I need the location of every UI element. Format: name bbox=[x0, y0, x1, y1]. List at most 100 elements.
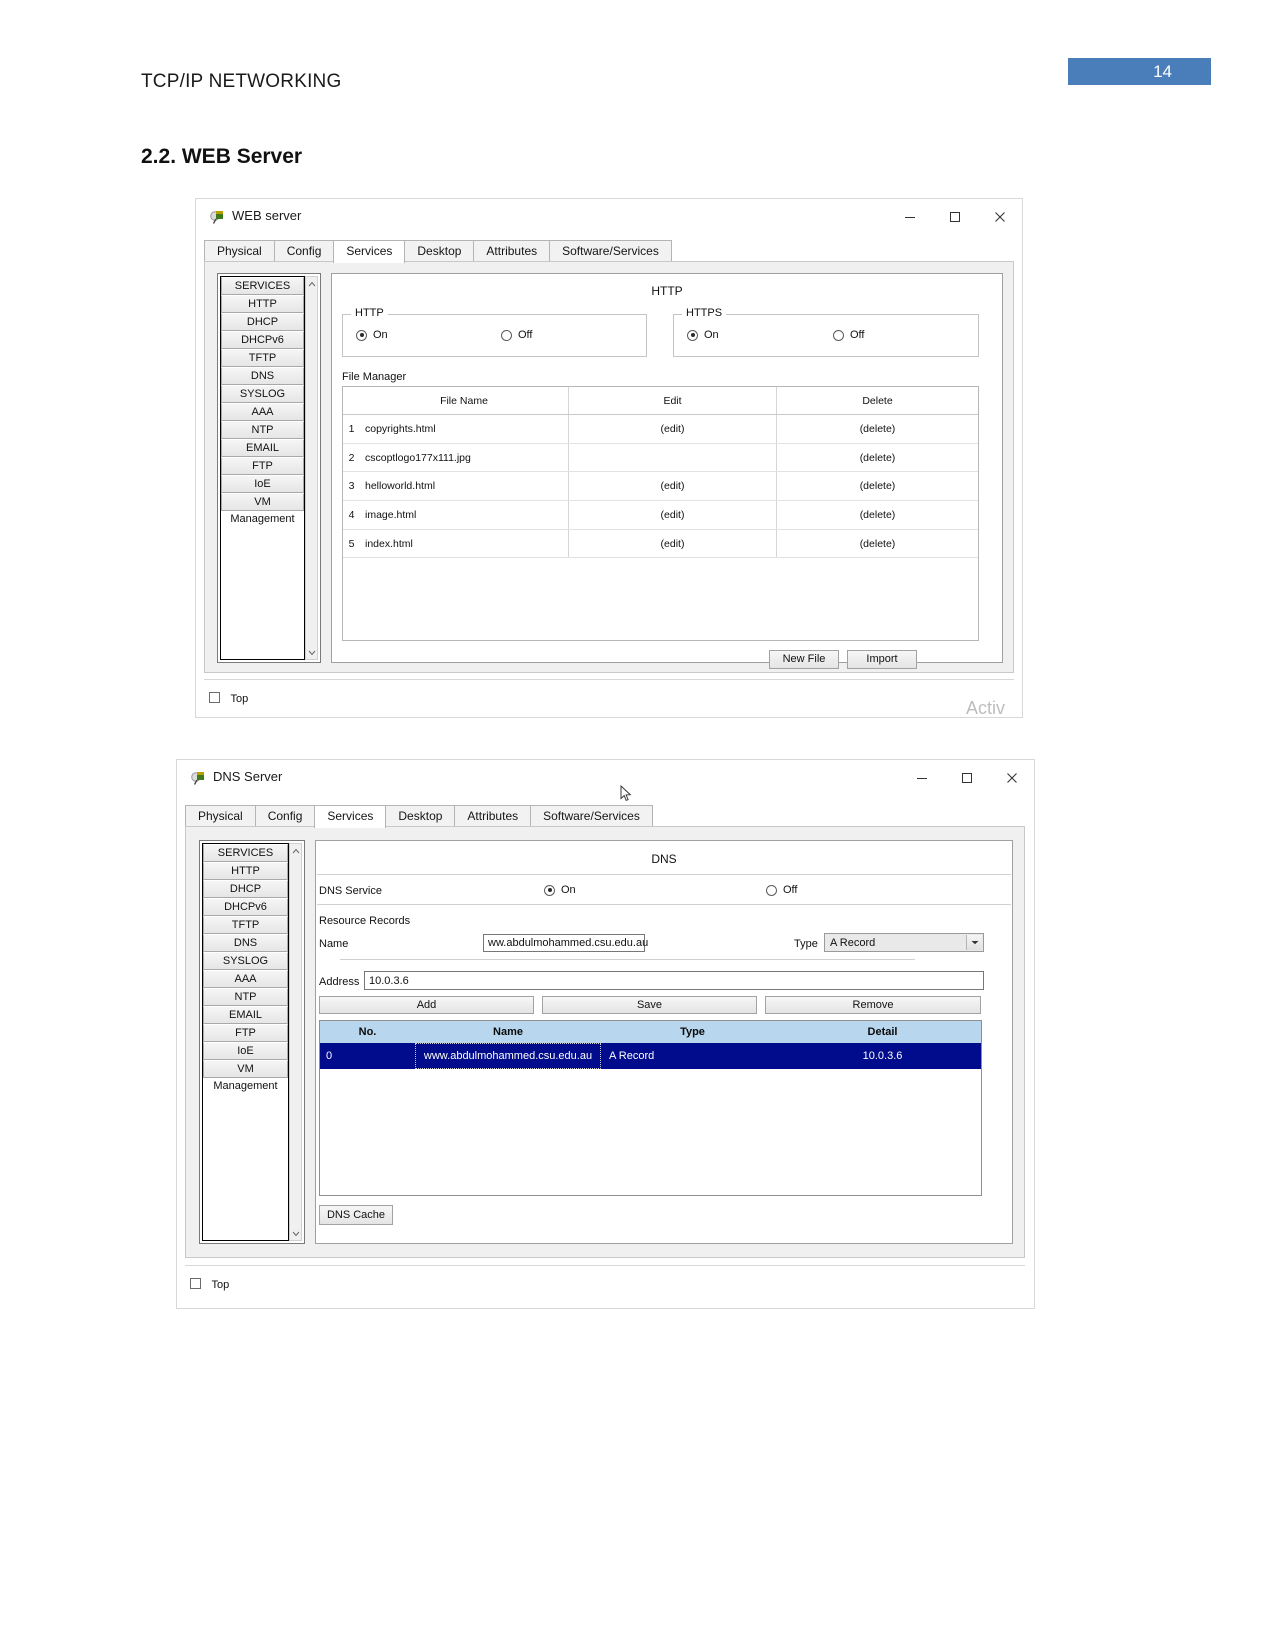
sidebar-item-services[interactable]: SERVICES bbox=[221, 277, 304, 295]
top-checkbox[interactable]: Top bbox=[209, 689, 248, 707]
save-button[interactable]: Save bbox=[542, 996, 757, 1014]
sidebar-item-dns[interactable]: DNS bbox=[221, 367, 304, 385]
import-button[interactable]: Import bbox=[847, 650, 917, 669]
header-delete: Delete bbox=[862, 394, 893, 407]
dns-service-on-radio[interactable]: On bbox=[544, 884, 576, 896]
sidebar-item-ioe[interactable]: IoE bbox=[203, 1042, 288, 1060]
type-select[interactable]: A Record bbox=[824, 933, 984, 952]
row-edit-link[interactable]: (edit) bbox=[569, 415, 777, 443]
sidebar-item-tftp[interactable]: TFTP bbox=[203, 916, 288, 934]
row-delete-link[interactable]: (delete) bbox=[777, 444, 978, 472]
row-edit-link[interactable] bbox=[569, 443, 777, 472]
dns-content-panel: DNS DNS Service On Off Resource Records … bbox=[315, 840, 1013, 1244]
sidebar-item-dhcp[interactable]: DHCP bbox=[203, 880, 288, 898]
tab-desktop[interactable]: Desktop bbox=[385, 805, 456, 827]
tab-config[interactable]: Config bbox=[254, 805, 316, 827]
header-edit: Edit bbox=[569, 387, 777, 414]
row-delete-link[interactable]: (delete) bbox=[777, 415, 978, 443]
chevron-down-icon[interactable] bbox=[290, 1227, 301, 1240]
row-edit-link[interactable]: (edit) bbox=[569, 472, 777, 501]
tab-attributes[interactable]: Attributes bbox=[454, 805, 532, 827]
chevron-down-icon[interactable] bbox=[306, 646, 317, 659]
row-edit-link[interactable]: (edit) bbox=[569, 501, 777, 529]
address-input[interactable]: 10.0.3.6 bbox=[364, 971, 984, 990]
row-delete-link[interactable]: (delete) bbox=[777, 472, 978, 500]
http-off-radio[interactable]: Off bbox=[501, 329, 532, 341]
web-server-body: SERVICES HTTP DHCP DHCPv6 TFTP DNS SYSLO… bbox=[204, 261, 1014, 673]
row-index: 4 bbox=[348, 508, 355, 521]
https-on-radio[interactable]: On bbox=[687, 329, 719, 341]
tab-software-services[interactable]: Software/Services bbox=[530, 805, 653, 827]
web-server-window-controls bbox=[887, 199, 1022, 235]
table-row[interactable]: 1 copyrights.html (edit) (delete) bbox=[343, 415, 978, 444]
http-content-panel: HTTP HTTP On Off HTTPS On Off File Manag… bbox=[331, 273, 1003, 669]
table-row[interactable]: 0 www.abdulmohammed.csu.edu.au A Record … bbox=[320, 1043, 981, 1069]
sidebar-item-ntp[interactable]: NTP bbox=[203, 988, 288, 1006]
maximize-icon[interactable] bbox=[932, 199, 977, 235]
table-row[interactable]: 3 helloworld.html (edit) (delete) bbox=[343, 472, 978, 502]
sidebar-item-ioe[interactable]: IoE bbox=[221, 475, 304, 493]
sidebar-item-syslog[interactable]: SYSLOG bbox=[221, 385, 304, 403]
close-icon[interactable] bbox=[977, 199, 1022, 235]
chevron-up-icon[interactable] bbox=[306, 277, 317, 290]
tab-services[interactable]: Services bbox=[314, 805, 387, 828]
table-row[interactable]: 2 cscoptlogo177x111.jpg (delete) bbox=[343, 443, 978, 473]
services-sidebar-scrollbar[interactable] bbox=[289, 843, 302, 1241]
sidebar-item-vm-management[interactable]: VM Management bbox=[203, 1060, 288, 1092]
tab-physical[interactable]: Physical bbox=[185, 805, 256, 827]
minimize-icon[interactable] bbox=[899, 760, 944, 796]
chevron-down-icon[interactable] bbox=[966, 935, 982, 950]
add-button[interactable]: Add bbox=[319, 996, 534, 1014]
row-edit-link[interactable]: (edit) bbox=[569, 529, 777, 558]
header-name: Name bbox=[493, 1026, 523, 1038]
new-file-button[interactable]: New File bbox=[769, 650, 839, 669]
row-name[interactable]: www.abdulmohammed.csu.edu.au bbox=[415, 1043, 601, 1069]
sidebar-item-dns[interactable]: DNS bbox=[203, 934, 288, 952]
header-no: No. bbox=[358, 1026, 377, 1038]
dns-cache-button[interactable]: DNS Cache bbox=[319, 1205, 393, 1225]
sidebar-item-dhcp[interactable]: DHCP bbox=[221, 313, 304, 331]
name-input[interactable]: ww.abdulmohammed.csu.edu.au bbox=[483, 934, 648, 952]
row-type: A Record bbox=[609, 1050, 655, 1062]
services-sidebar-scrollbar[interactable] bbox=[305, 276, 318, 660]
tab-services[interactable]: Services bbox=[333, 240, 406, 263]
sidebar-item-aaa[interactable]: AAA bbox=[221, 403, 304, 421]
sidebar-item-vm-management[interactable]: VM Management bbox=[221, 493, 304, 525]
sidebar-item-tftp[interactable]: TFTP bbox=[221, 349, 304, 367]
sidebar-item-http[interactable]: HTTP bbox=[203, 862, 288, 880]
sidebar-item-ntp[interactable]: NTP bbox=[221, 421, 304, 439]
http-on-radio[interactable]: On bbox=[356, 329, 388, 341]
sidebar-item-email[interactable]: EMAIL bbox=[221, 439, 304, 457]
top-checkbox[interactable]: Top bbox=[190, 1275, 229, 1293]
remove-button[interactable]: Remove bbox=[765, 996, 981, 1014]
dns-service-off-radio[interactable]: Off bbox=[766, 884, 797, 896]
sidebar-item-syslog[interactable]: SYSLOG bbox=[203, 952, 288, 970]
tab-physical[interactable]: Physical bbox=[204, 240, 275, 262]
page-number: 14 bbox=[1153, 61, 1172, 81]
tab-attributes[interactable]: Attributes bbox=[473, 240, 551, 262]
sidebar-item-dhcpv6[interactable]: DHCPv6 bbox=[221, 331, 304, 349]
tab-desktop[interactable]: Desktop bbox=[404, 240, 475, 262]
sidebar-item-http[interactable]: HTTP bbox=[221, 295, 304, 313]
chevron-up-icon[interactable] bbox=[290, 844, 301, 857]
tab-config[interactable]: Config bbox=[273, 240, 335, 262]
tab-software-services[interactable]: Software/Services bbox=[549, 240, 672, 262]
row-file-name: copyrights.html bbox=[360, 415, 569, 443]
sidebar-item-services[interactable]: SERVICES bbox=[203, 844, 288, 862]
dns-server-body: SERVICES HTTP DHCP DHCPv6 TFTP DNS SYSLO… bbox=[185, 826, 1025, 1258]
sidebar-item-aaa[interactable]: AAA bbox=[203, 970, 288, 988]
sidebar-item-ftp[interactable]: FTP bbox=[221, 457, 304, 475]
sidebar-item-email[interactable]: EMAIL bbox=[203, 1006, 288, 1024]
maximize-icon[interactable] bbox=[944, 760, 989, 796]
table-row[interactable]: 4 image.html (edit) (delete) bbox=[343, 501, 978, 530]
dns-server-titlebar: DNS Server bbox=[177, 760, 1034, 796]
row-delete-link[interactable]: (delete) bbox=[777, 530, 978, 558]
https-off-radio[interactable]: Off bbox=[833, 329, 864, 341]
row-delete-link[interactable]: (delete) bbox=[777, 501, 978, 529]
table-row[interactable]: 5 index.html (edit) (delete) bbox=[343, 529, 978, 559]
minimize-icon[interactable] bbox=[887, 199, 932, 235]
top-checkbox-label: Top bbox=[211, 1279, 230, 1291]
sidebar-item-dhcpv6[interactable]: DHCPv6 bbox=[203, 898, 288, 916]
sidebar-item-ftp[interactable]: FTP bbox=[203, 1024, 288, 1042]
close-icon[interactable] bbox=[989, 760, 1034, 796]
